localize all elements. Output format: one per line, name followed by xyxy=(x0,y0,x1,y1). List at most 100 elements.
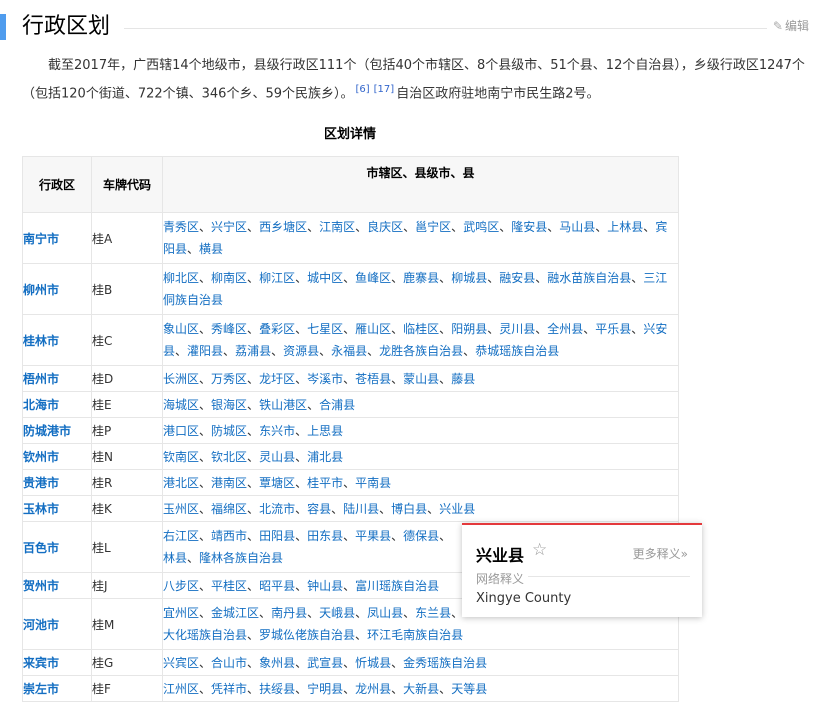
subdivision-link[interactable]: 港北区 xyxy=(163,476,199,490)
subdivision-link[interactable]: 钟山县 xyxy=(307,579,343,593)
subdivision-link[interactable]: 长洲区 xyxy=(163,372,199,386)
subdivision-link[interactable]: 陆川县 xyxy=(343,502,379,516)
subdivision-link[interactable]: 兴宁区 xyxy=(211,220,247,234)
subdivision-link[interactable]: 龙胜各族自治县 xyxy=(379,344,463,358)
subdivision-link[interactable]: 江南区 xyxy=(319,220,355,234)
subdivision-link[interactable]: 林县 xyxy=(163,551,187,565)
subdivision-link[interactable]: 柳城县 xyxy=(451,271,487,285)
subdivision-link[interactable]: 合浦县 xyxy=(319,398,355,412)
subdivision-link[interactable]: 天峨县 xyxy=(319,606,355,620)
city-link[interactable]: 梧州市 xyxy=(22,365,92,392)
subdivision-link[interactable]: 东兰县 xyxy=(415,606,451,620)
subdivision-link[interactable]: 恭城瑶族自治县 xyxy=(475,344,559,358)
subdivision-link[interactable]: 福绵区 xyxy=(211,502,247,516)
subdivision-link[interactable]: 富川瑶族自治县 xyxy=(355,579,439,593)
subdivision-link[interactable]: 田东县 xyxy=(307,529,343,543)
more-definitions-link[interactable]: 更多释义» xyxy=(633,545,688,562)
subdivision-link[interactable]: 右江区 xyxy=(163,529,199,543)
subdivision-link[interactable]: 阳朔县 xyxy=(451,322,487,336)
subdivision-link[interactable]: 覃塘区 xyxy=(259,476,295,490)
subdivision-link[interactable]: 南丹县 xyxy=(271,606,307,620)
subdivision-link[interactable]: 邕宁区 xyxy=(415,220,451,234)
subdivision-link[interactable]: 蒙山县 xyxy=(403,372,439,386)
subdivision-link[interactable]: 昭平县 xyxy=(259,579,295,593)
subdivision-link[interactable]: 灌阳县 xyxy=(187,344,223,358)
subdivision-link[interactable]: 金秀瑶族自治县 xyxy=(403,656,487,670)
subdivision-link[interactable]: 凭祥市 xyxy=(211,682,247,696)
subdivision-link[interactable]: 岑溪市 xyxy=(307,372,343,386)
subdivision-link[interactable]: 融水苗族自治县 xyxy=(547,271,631,285)
subdivision-link[interactable]: 兴宾区 xyxy=(163,656,199,670)
subdivision-link[interactable]: 防城区 xyxy=(211,424,247,438)
subdivision-link[interactable]: 钦南区 xyxy=(163,450,199,464)
subdivision-link[interactable]: 藤县 xyxy=(451,372,475,386)
subdivision-link[interactable]: 隆安县 xyxy=(511,220,547,234)
subdivision-link[interactable]: 天等县 xyxy=(451,682,487,696)
subdivision-link[interactable]: 容县 xyxy=(307,502,331,516)
city-link[interactable]: 河池市 xyxy=(22,598,92,650)
subdivision-link[interactable]: 横县 xyxy=(199,242,223,256)
subdivision-link[interactable]: 良庆区 xyxy=(367,220,403,234)
subdivision-link[interactable]: 灵川县 xyxy=(499,322,535,336)
subdivision-link[interactable]: 柳南区 xyxy=(211,271,247,285)
subdivision-link[interactable]: 柳北区 xyxy=(163,271,199,285)
subdivision-link[interactable]: 扶绥县 xyxy=(259,682,295,696)
subdivision-link[interactable]: 资源县 xyxy=(283,344,319,358)
subdivision-link[interactable]: 凤山县 xyxy=(367,606,403,620)
subdivision-link[interactable]: 博白县 xyxy=(391,502,427,516)
subdivision-link[interactable]: 西乡塘区 xyxy=(259,220,307,234)
subdivision-link[interactable]: 隆林各族自治县 xyxy=(199,551,283,565)
subdivision-link[interactable]: 柳江区 xyxy=(259,271,295,285)
subdivision-link[interactable]: 港南区 xyxy=(211,476,247,490)
subdivision-link[interactable]: 平果县 xyxy=(355,529,391,543)
subdivision-link[interactable]: 八步区 xyxy=(163,579,199,593)
subdivision-link[interactable]: 忻城县 xyxy=(355,656,391,670)
subdivision-link[interactable]: 秀峰区 xyxy=(211,322,247,336)
city-link[interactable]: 柳州市 xyxy=(22,263,92,315)
subdivision-link[interactable]: 海城区 xyxy=(163,398,199,412)
subdivision-link[interactable]: 象山区 xyxy=(163,322,199,336)
subdivision-link[interactable]: 铁山港区 xyxy=(259,398,307,412)
city-link[interactable]: 北海市 xyxy=(22,391,92,418)
subdivision-link[interactable]: 宁明县 xyxy=(307,682,343,696)
subdivision-link[interactable]: 龙圩区 xyxy=(259,372,295,386)
reference-6-link[interactable]: [6] xyxy=(355,84,369,95)
subdivision-link[interactable]: 上林县 xyxy=(607,220,643,234)
subdivision-link[interactable]: 龙州县 xyxy=(355,682,391,696)
subdivision-link[interactable]: 兴业县 xyxy=(439,502,475,516)
subdivision-link[interactable]: 浦北县 xyxy=(307,450,343,464)
city-link[interactable]: 百色市 xyxy=(22,521,92,573)
city-link[interactable]: 贵港市 xyxy=(22,469,92,496)
subdivision-link[interactable]: 大新县 xyxy=(403,682,439,696)
subdivision-link[interactable]: 罗城仫佬族自治县 xyxy=(259,628,355,642)
subdivision-link[interactable]: 城中区 xyxy=(307,271,343,285)
subdivision-link[interactable]: 七星区 xyxy=(307,322,343,336)
subdivision-link[interactable]: 雁山区 xyxy=(355,322,391,336)
subdivision-link[interactable]: 鱼峰区 xyxy=(355,271,391,285)
subdivision-link[interactable]: 永福县 xyxy=(331,344,367,358)
subdivision-link[interactable]: 临桂区 xyxy=(403,322,439,336)
city-link[interactable]: 来宾市 xyxy=(22,649,92,676)
subdivision-link[interactable]: 鹿寨县 xyxy=(403,271,439,285)
city-link[interactable]: 防城港市 xyxy=(22,417,92,444)
subdivision-link[interactable]: 象州县 xyxy=(259,656,295,670)
subdivision-link[interactable]: 玉州区 xyxy=(163,502,199,516)
subdivision-link[interactable]: 武宣县 xyxy=(307,656,343,670)
subdivision-link[interactable]: 大化瑶族自治县 xyxy=(163,628,247,642)
subdivision-link[interactable]: 北流市 xyxy=(259,502,295,516)
subdivision-link[interactable]: 叠彩区 xyxy=(259,322,295,336)
subdivision-link[interactable]: 靖西市 xyxy=(211,529,247,543)
subdivision-link[interactable]: 东兴市 xyxy=(259,424,295,438)
subdivision-link[interactable]: 平桂区 xyxy=(211,579,247,593)
subdivision-link[interactable]: 灵山县 xyxy=(259,450,295,464)
subdivision-link[interactable]: 万秀区 xyxy=(211,372,247,386)
subdivision-link[interactable]: 金城江区 xyxy=(211,606,259,620)
subdivision-link[interactable]: 港口区 xyxy=(163,424,199,438)
subdivision-link[interactable]: 平南县 xyxy=(355,476,391,490)
subdivision-link[interactable]: 青秀区 xyxy=(163,220,199,234)
subdivision-link[interactable]: 平乐县 xyxy=(595,322,631,336)
subdivision-link[interactable]: 武鸣区 xyxy=(463,220,499,234)
subdivision-link[interactable]: 银海区 xyxy=(211,398,247,412)
subdivision-link[interactable]: 全州县 xyxy=(547,322,583,336)
subdivision-link[interactable]: 江州区 xyxy=(163,682,199,696)
